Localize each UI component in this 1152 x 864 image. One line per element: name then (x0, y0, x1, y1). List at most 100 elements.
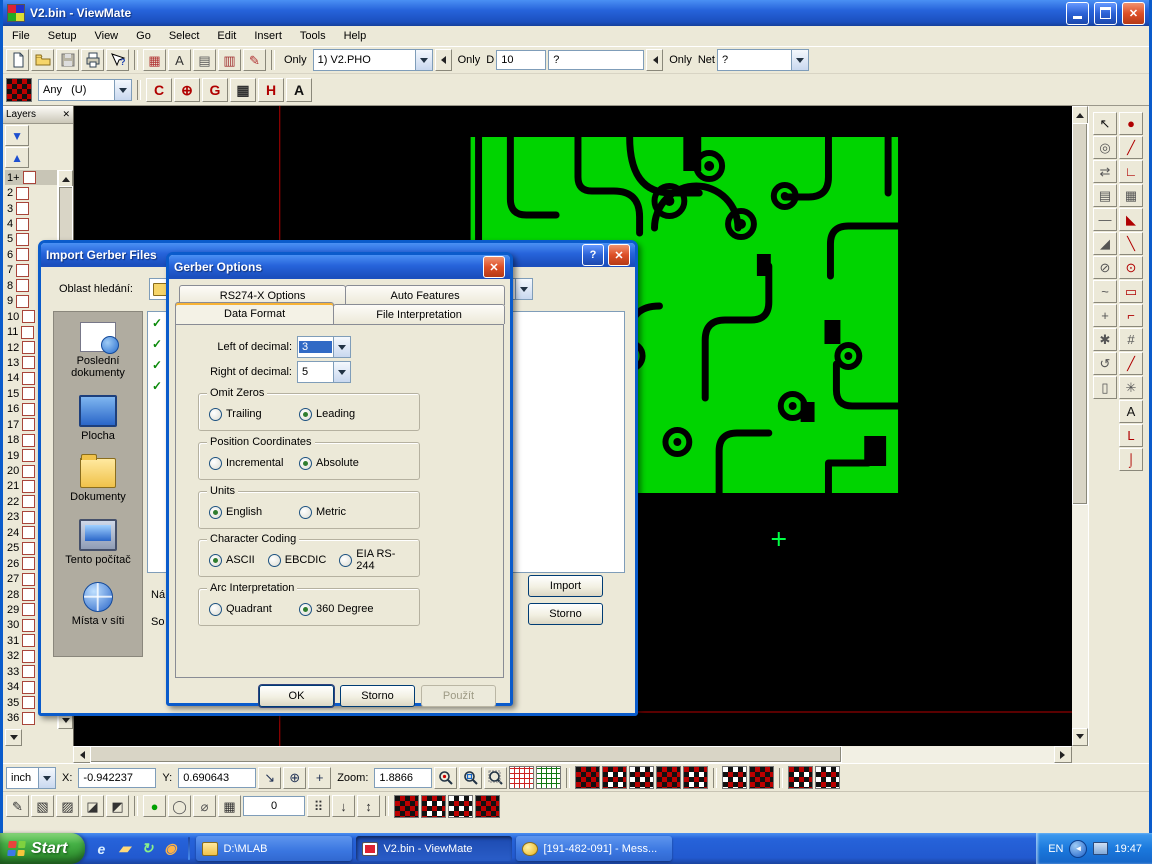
dcode-table-icon[interactable] (509, 766, 534, 789)
radio-option[interactable]: EIA RS-244 (339, 548, 406, 572)
window-titlebar[interactable]: V2.bin - ViewMate ✕ (3, 0, 1149, 26)
layer-row[interactable]: 2 (5, 185, 57, 200)
layer-swatch[interactable] (22, 465, 35, 478)
layer-swatch[interactable] (22, 650, 35, 663)
l-shape-icon[interactable]: L (1119, 424, 1143, 447)
zoom-window-icon[interactable] (484, 767, 507, 789)
radio-option[interactable]: Trailing (209, 408, 299, 421)
highlight-tool-icon[interactable]: H (258, 78, 284, 102)
radio-option[interactable]: EBCDIC (268, 554, 327, 567)
desktop-quicklaunch-icon[interactable]: ↻ (137, 839, 157, 859)
lamp-icon[interactable]: ◯ (168, 795, 191, 817)
view-mode-icon[interactable] (575, 766, 600, 789)
layer-swatch[interactable] (22, 372, 35, 385)
layer-swatch[interactable] (22, 634, 35, 647)
flash-mode-icon[interactable] (722, 766, 747, 789)
layers-tool-icon[interactable]: ▤ (1093, 184, 1117, 207)
layer-swatch[interactable] (22, 310, 35, 323)
negative-view-icon[interactable] (656, 766, 681, 789)
context-help-icon[interactable]: ? (106, 49, 129, 71)
ie-quicklaunch-icon[interactable]: e (91, 839, 111, 859)
scrollbar-thumb[interactable] (90, 746, 842, 763)
menu-view[interactable]: View (85, 26, 127, 46)
previous-layer-button[interactable] (435, 49, 452, 71)
place-network[interactable]: Místa v síti (56, 582, 140, 627)
layer-swatch[interactable] (22, 449, 35, 462)
radio-option[interactable]: Absolute (299, 457, 389, 470)
snap-down-icon[interactable]: ↓ (332, 795, 355, 817)
cancel-button[interactable]: Storno (528, 603, 603, 625)
scrollbar-thumb[interactable] (1072, 123, 1088, 505)
tab-auto-features[interactable]: Auto Features (345, 285, 505, 305)
vertical-scrollbar[interactable] (1072, 106, 1088, 746)
film-view-icon[interactable] (629, 766, 654, 789)
close-icon[interactable]: ✕ (62, 109, 70, 120)
slash-tool-icon[interactable]: ╲ (1119, 232, 1143, 255)
menu-insert[interactable]: Insert (245, 26, 291, 46)
layer-swatch[interactable] (22, 557, 35, 570)
layer-combo[interactable]: 1) V2.PHO (313, 49, 433, 71)
layer-swatch[interactable] (22, 341, 35, 354)
scroll-down-icon[interactable] (1072, 728, 1088, 746)
tab-data-format[interactable]: Data Format (175, 302, 334, 324)
aperture-pattern-icon[interactable] (6, 78, 32, 102)
only-dcode-label[interactable]: Only (458, 54, 481, 66)
close-icon[interactable]: ✕ (608, 244, 630, 266)
layer-swatch[interactable] (22, 665, 35, 678)
radio-option[interactable]: English (209, 506, 299, 519)
dcode-input[interactable]: 10 (496, 50, 546, 70)
only-layer-label[interactable]: Only (284, 54, 307, 66)
units-mode-icon[interactable] (815, 766, 840, 789)
layer-swatch[interactable] (22, 403, 35, 416)
layer-swatch[interactable] (22, 418, 35, 431)
task-messenger[interactable]: [191-482-091] - Mess... (516, 836, 672, 861)
layer-swatch[interactable] (16, 295, 29, 308)
null-tool-icon[interactable]: ⊘ (1093, 256, 1117, 279)
net-report-icon[interactable]: ▥ (218, 49, 241, 71)
layer-swatch[interactable] (22, 681, 35, 694)
hatch-tool-icon[interactable]: # (1119, 328, 1143, 351)
set-origin-icon[interactable]: ⊕ (283, 767, 306, 789)
layer-swatch[interactable] (22, 588, 35, 601)
rect-tool-icon[interactable]: ▭ (1119, 280, 1143, 303)
units-combo[interactable]: inch (6, 767, 56, 789)
fill-b-icon[interactable]: ▨ (56, 795, 79, 817)
layer-swatch[interactable] (16, 218, 29, 231)
mask-pattern-icon[interactable] (475, 795, 500, 818)
sketch-icon[interactable]: ✎ (6, 795, 29, 817)
scroll-right-icon[interactable] (1054, 746, 1072, 763)
c-tool-icon[interactable]: C (146, 78, 172, 102)
place-desktop[interactable]: Plocha (56, 395, 140, 442)
layer-swatch[interactable] (22, 387, 35, 400)
fill-a-icon[interactable]: ▧ (31, 795, 54, 817)
browser-quicklaunch-icon[interactable]: ◉ (160, 839, 180, 859)
bend-tool-icon[interactable]: ⌐ (1119, 304, 1143, 327)
scroll-up-icon[interactable] (1072, 106, 1088, 124)
list-report-icon[interactable]: ▤ (193, 49, 216, 71)
cross-tool-icon[interactable]: + (1093, 304, 1117, 327)
scroll-left-icon[interactable] (73, 746, 91, 763)
point-tool-icon[interactable]: ● (1119, 112, 1143, 135)
fill-c-icon[interactable]: ◪ (81, 795, 104, 817)
menu-help[interactable]: Help (335, 26, 376, 46)
previous-dcode-button[interactable] (646, 49, 663, 71)
left-of-decimal-combo[interactable]: 3 (297, 336, 351, 358)
radio-option[interactable]: Leading (299, 408, 389, 421)
swap-tool-icon[interactable]: ⇄ (1093, 160, 1117, 183)
wave-tool-icon[interactable]: ~ (1093, 280, 1117, 303)
layer-row[interactable]: 4 (5, 216, 57, 231)
apply-button[interactable]: Použít (421, 685, 496, 707)
menu-go[interactable]: Go (127, 26, 160, 46)
layers-more-button[interactable] (5, 729, 22, 746)
layer-swatch[interactable] (22, 619, 35, 632)
layers-panel-header[interactable]: Layers ✕ (3, 106, 73, 124)
layer-up-button[interactable]: ▲ (5, 147, 29, 168)
dcode-grid-icon[interactable]: ▦ (143, 49, 166, 71)
draw-mode-icon[interactable] (749, 766, 774, 789)
restore-button[interactable] (1094, 2, 1117, 25)
grid-snap-icon[interactable] (788, 766, 813, 789)
ok-button[interactable]: OK (259, 685, 334, 707)
zoom-in-icon[interactable] (434, 767, 457, 789)
import-button[interactable]: Import (528, 575, 603, 597)
layer-row[interactable]: 3 (5, 201, 57, 216)
